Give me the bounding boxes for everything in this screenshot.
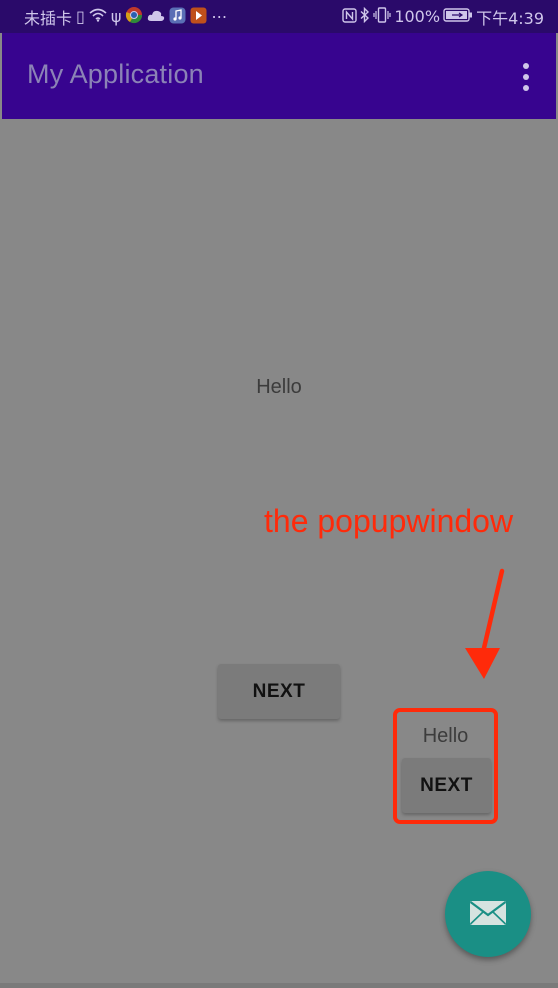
status-bar: 未插卡 ▯ ψ ⋯ 100% 下午4:39	[0, 0, 558, 33]
annotation-arrow-icon	[465, 568, 505, 679]
bottom-divider	[0, 983, 558, 988]
next-button[interactable]: NEXT	[218, 664, 340, 719]
email-icon	[469, 900, 507, 929]
nfc-icon	[342, 7, 358, 26]
more-notifications-icon: ⋯	[211, 6, 228, 26]
sim-icon: ▯	[76, 6, 85, 26]
main-hello-text: Hello	[256, 376, 302, 398]
video-app-icon	[190, 7, 207, 27]
usb-icon: ψ	[110, 6, 122, 26]
music-app-icon	[169, 7, 186, 27]
app-bar: My Application	[2, 33, 556, 119]
popup-hello-text: Hello	[422, 725, 469, 747]
battery-percent-text: 100%	[394, 7, 441, 26]
vibrate-icon	[373, 7, 391, 26]
popup-next-button[interactable]: NEXT	[402, 758, 491, 813]
status-bar-left: 未插卡 ▯ ψ ⋯	[24, 5, 227, 29]
status-bar-right: 100% 下午4:39	[342, 5, 544, 29]
chrome-icon	[125, 6, 143, 27]
app-title: My Application	[27, 59, 204, 89]
popup-window: Hello NEXT	[393, 708, 498, 824]
cloud-icon	[147, 9, 165, 25]
more-vert-icon[interactable]	[522, 63, 530, 91]
carrier-text: 未插卡	[24, 8, 73, 28]
clock-text: 下午4:39	[476, 8, 544, 28]
email-fab-button[interactable]	[445, 871, 531, 957]
wifi-icon	[89, 8, 107, 25]
battery-icon	[443, 8, 473, 25]
bluetooth-icon	[360, 6, 370, 26]
annotation-label: the popupwindow	[264, 503, 514, 539]
